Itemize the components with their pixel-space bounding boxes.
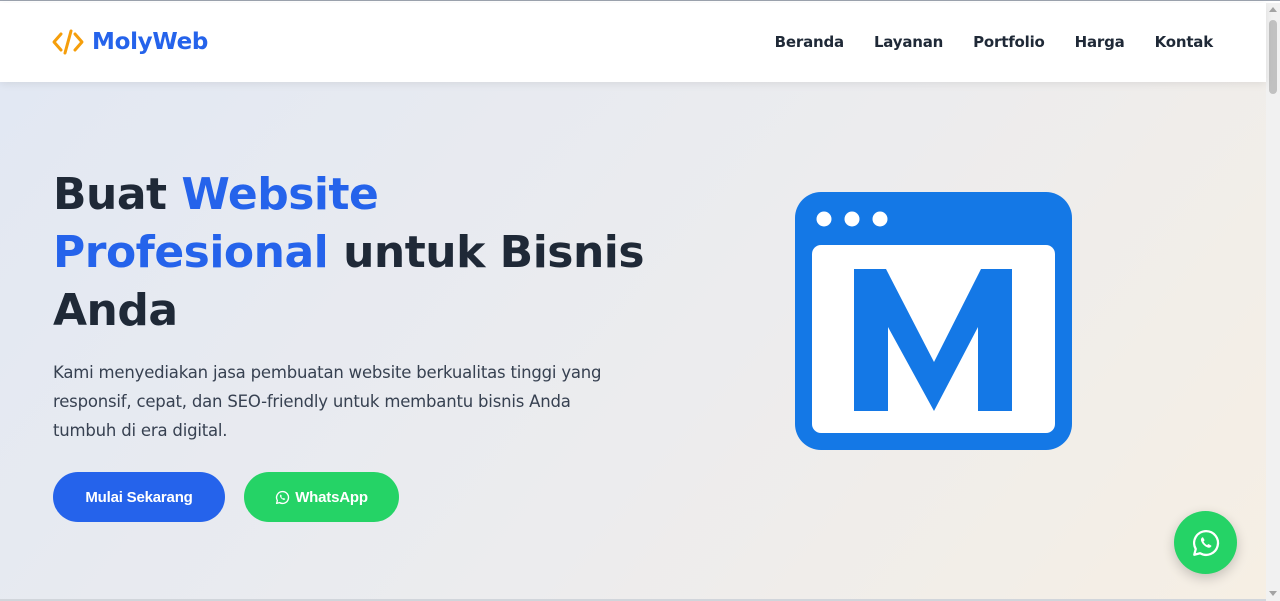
start-now-button[interactable]: Mulai Sekarang xyxy=(53,472,225,522)
brand-name: MolyWeb xyxy=(92,29,209,55)
scroll-up-arrow-icon[interactable] xyxy=(1269,7,1277,12)
headline-highlight-1: Website xyxy=(181,169,379,220)
main-nav: Beranda Layanan Portfolio Harga Kontak xyxy=(775,33,1214,51)
whatsapp-button[interactable]: WhatsApp xyxy=(244,472,399,522)
nav-item-layanan[interactable]: Layanan xyxy=(874,33,943,51)
scrollbar-thumb[interactable] xyxy=(1269,20,1277,94)
whatsapp-icon xyxy=(276,490,290,504)
start-now-label: Mulai Sekarang xyxy=(85,488,193,506)
scroll-down-arrow-icon[interactable] xyxy=(1269,591,1277,596)
navbar: MolyWeb Beranda Layanan Portfolio Harga … xyxy=(0,3,1266,82)
headline-highlight-2: Profesional xyxy=(53,227,329,278)
hero-headline: Buat Website Profesional untuk Bisnis And… xyxy=(53,166,653,340)
nav-item-beranda[interactable]: Beranda xyxy=(775,33,844,51)
vertical-scrollbar[interactable] xyxy=(1266,3,1280,601)
whatsapp-button-label: WhatsApp xyxy=(295,488,368,506)
brand-logo[interactable]: MolyWeb xyxy=(52,29,208,55)
hero-section: Buat Website Profesional untuk Bisnis And… xyxy=(0,82,1266,599)
hero-description: Kami menyediakan jasa pembuatan website … xyxy=(53,363,602,440)
browser-window-m-logo-icon xyxy=(795,192,1072,450)
floating-whatsapp-button[interactable] xyxy=(1174,511,1237,574)
nav-item-portfolio[interactable]: Portfolio xyxy=(973,33,1045,51)
code-icon xyxy=(52,29,84,55)
nav-item-kontak[interactable]: Kontak xyxy=(1155,33,1214,51)
whatsapp-icon xyxy=(1192,529,1219,556)
nav-item-harga[interactable]: Harga xyxy=(1075,33,1125,51)
headline-part-1: Buat xyxy=(53,169,182,220)
